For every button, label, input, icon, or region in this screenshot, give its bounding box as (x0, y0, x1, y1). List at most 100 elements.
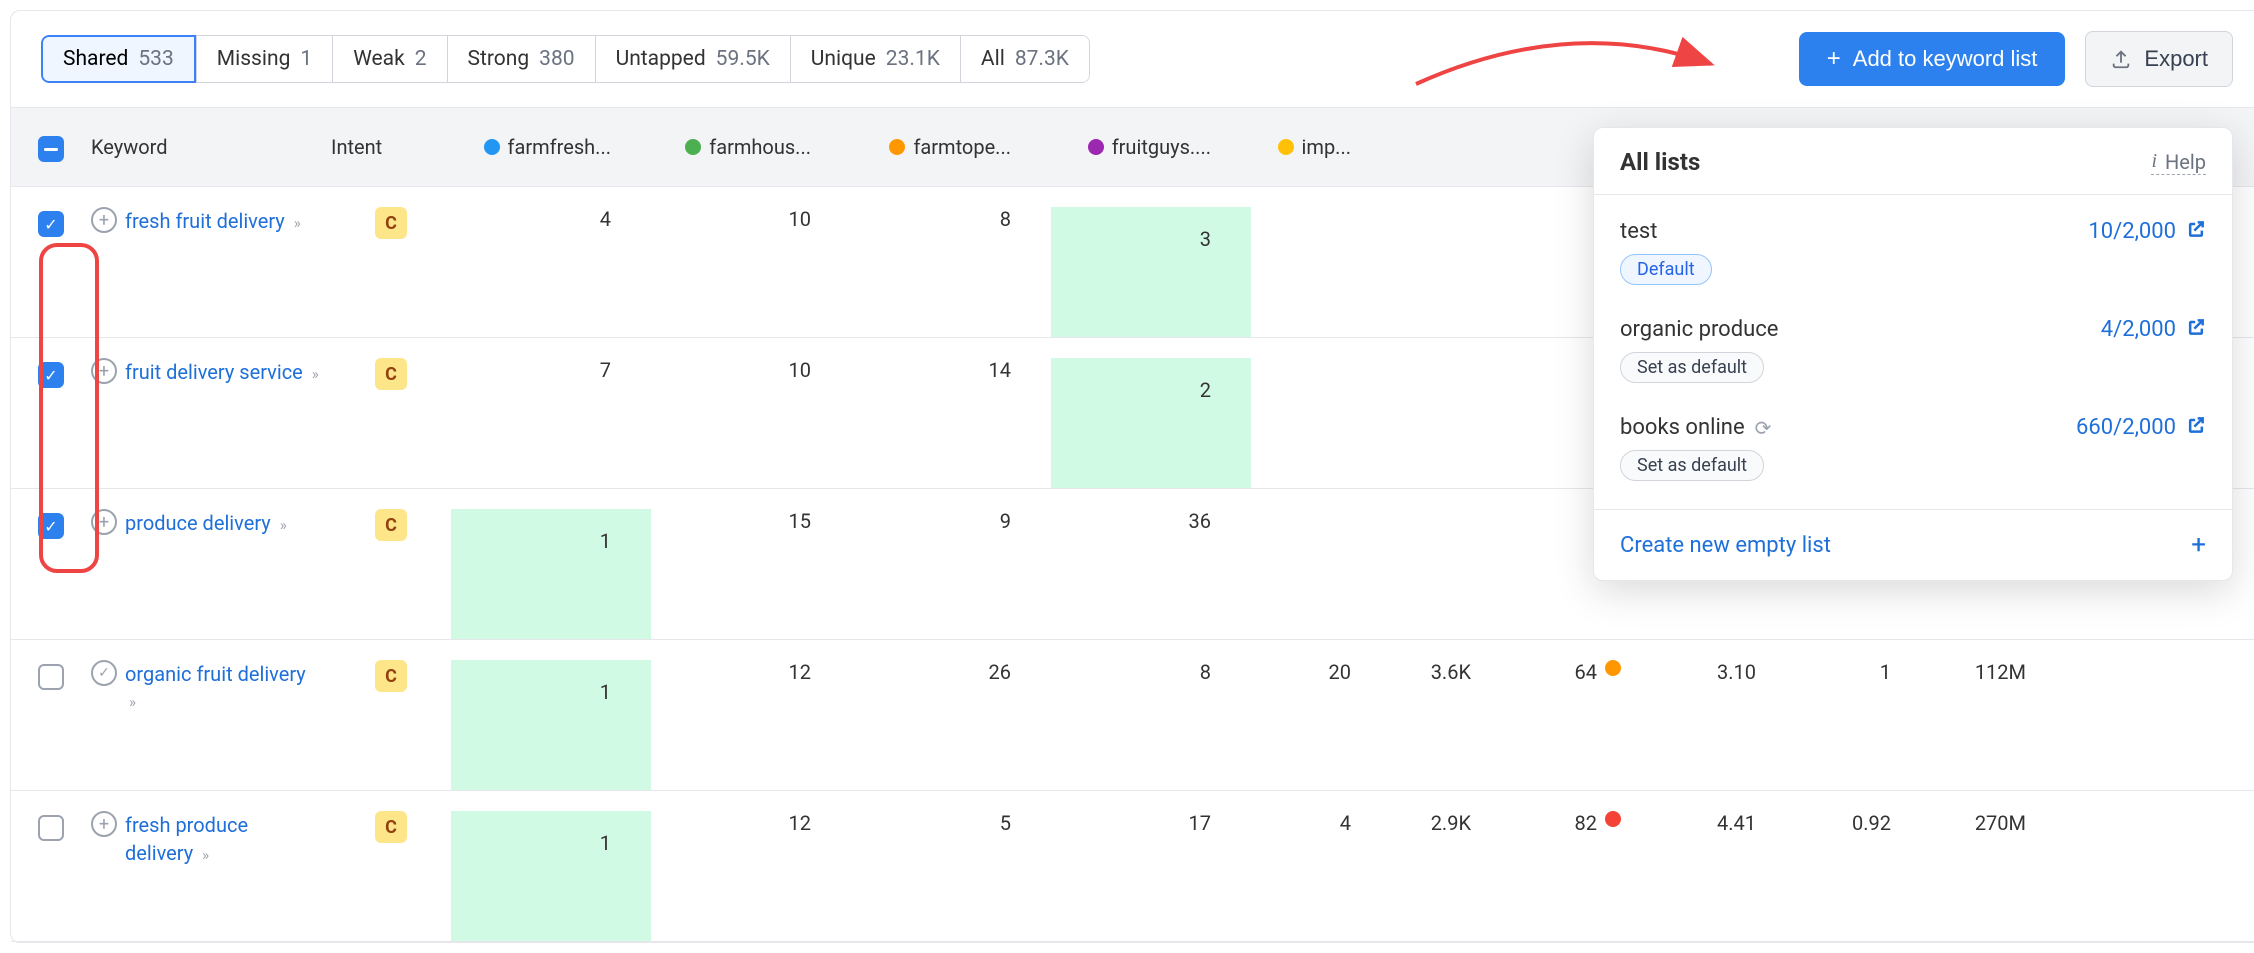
intent-badge: C (375, 811, 407, 843)
competitor-rank: 3 (1200, 207, 1211, 251)
keyword-link[interactable]: produce delivery » (125, 509, 287, 537)
keyword-link[interactable]: fresh fruit delivery » (125, 207, 301, 235)
popover-title: All lists (1620, 148, 1700, 176)
list-count-link[interactable]: 660/2,000 (2076, 415, 2206, 440)
create-new-list-link[interactable]: Create new empty list (1620, 533, 1831, 558)
column-competitor-1[interactable]: farmfresh... (451, 135, 651, 159)
tab-count: 380 (539, 47, 574, 71)
competitor-rank: 4 (1251, 811, 1371, 835)
keyword-link[interactable]: organic fruit delivery » (125, 660, 321, 712)
column-competitor-5[interactable]: imp... (1251, 135, 1371, 159)
help-link[interactable]: i Help (2151, 150, 2206, 175)
column-keyword[interactable]: Keyword (91, 135, 331, 159)
keyword-link[interactable]: fruit delivery service » (125, 358, 319, 386)
cpc-cell: 3.10 (1651, 660, 1786, 684)
tab-unique[interactable]: Unique 23.1K (790, 35, 960, 83)
com-cell: 0.92 (1786, 811, 1911, 835)
export-button[interactable]: Export (2085, 31, 2233, 87)
competitor-rank: 9 (851, 509, 1051, 533)
row-checkbox[interactable] (38, 664, 64, 690)
toolbar: Shared 533 Missing 1 Weak 2 Strong 380 U… (11, 11, 2254, 107)
add-to-keyword-list-button[interactable]: + Add to keyword list (1799, 32, 2066, 86)
list-name: test (1620, 219, 1657, 244)
competitor-rank: 26 (851, 660, 1051, 684)
row-checkbox[interactable] (38, 815, 64, 841)
tab-missing[interactable]: Missing 1 (196, 35, 332, 83)
tab-untapped[interactable]: Untapped 59.5K (595, 35, 790, 83)
competitor-dot-icon (484, 139, 500, 155)
kd-cell: 82 (1501, 811, 1651, 835)
plus-icon: + (1827, 47, 1841, 71)
competitor-dot-icon (1278, 139, 1294, 155)
competitor-rank: 12 (651, 811, 851, 835)
tab-label: Untapped (616, 47, 706, 71)
added-icon: ✓ (91, 660, 117, 686)
competitor-dot-icon (685, 139, 701, 155)
tab-count: 59.5K (716, 47, 770, 71)
tab-label: Missing (217, 47, 291, 71)
list-count-link[interactable]: 4/2,000 (2101, 317, 2206, 342)
competitor-rank: 1 (600, 660, 611, 704)
external-link-icon (2186, 317, 2206, 342)
export-icon (2110, 48, 2132, 70)
chevron-icon: » (280, 516, 287, 534)
tab-count: 87.3K (1015, 47, 1069, 71)
tab-count: 23.1K (886, 47, 940, 71)
tab-label: All (981, 47, 1005, 71)
refresh-icon: ⟳ (1755, 416, 1772, 440)
chevron-icon: » (312, 365, 319, 383)
competitor-rank: 15 (651, 509, 851, 533)
tab-label: Weak (353, 47, 405, 71)
filter-tabs: Shared 533 Missing 1 Weak 2 Strong 380 U… (41, 35, 1090, 83)
add-keyword-icon[interactable]: + (91, 207, 117, 233)
row-checkbox[interactable]: ✓ (38, 211, 64, 237)
kd-cell: 64 (1501, 660, 1651, 684)
list-item[interactable]: books online⟳ 660/2,000 Set as default (1594, 401, 2232, 499)
row-checkbox[interactable]: ✓ (38, 362, 64, 388)
tab-strong[interactable]: Strong 380 (447, 35, 595, 83)
tab-count: 2 (415, 47, 427, 71)
results-cell: 112M (1911, 660, 2041, 684)
tab-label: Shared (63, 47, 128, 71)
column-competitor-3[interactable]: farmtope... (851, 135, 1051, 159)
tab-label: Strong (468, 47, 530, 71)
tab-count: 533 (138, 47, 173, 71)
intent-badge: C (375, 509, 407, 541)
column-intent[interactable]: Intent (331, 135, 451, 159)
tab-all[interactable]: All 87.3K (960, 35, 1090, 83)
intent-badge: C (375, 358, 407, 390)
competitor-rank: 7 (451, 358, 651, 382)
keyword-link[interactable]: fresh produce delivery » (125, 811, 321, 867)
create-list-plus-icon[interactable]: + (2191, 530, 2206, 560)
difficulty-dot-icon (1605, 660, 1621, 676)
column-competitor-2[interactable]: farmhous... (651, 135, 851, 159)
competitor-rank: 17 (1051, 811, 1251, 835)
competitor-rank: 4 (451, 207, 651, 231)
add-keyword-icon[interactable]: + (91, 509, 117, 535)
add-keyword-icon[interactable]: + (91, 358, 117, 384)
list-count-link[interactable]: 10/2,000 (2088, 219, 2206, 244)
tab-label: Unique (811, 47, 876, 71)
competitor-rank: 10 (651, 207, 851, 231)
cpc-cell: 4.41 (1651, 811, 1786, 835)
tab-weak[interactable]: Weak 2 (332, 35, 446, 83)
tab-shared[interactable]: Shared 533 (41, 35, 196, 83)
competitor-rank: 10 (651, 358, 851, 382)
competitor-rank: 14 (851, 358, 1051, 382)
chevron-icon: » (202, 846, 209, 864)
select-all-checkbox[interactable] (38, 136, 64, 162)
list-item[interactable]: organic produce4/2,000Set as default (1594, 303, 2232, 401)
volume-cell: 3.6K (1371, 660, 1501, 684)
list-item[interactable]: test10/2,000Default (1594, 205, 2232, 303)
competitor-rank: 1 (600, 811, 611, 855)
competitor-rank: 8 (1051, 660, 1251, 684)
results-cell: 270M (1911, 811, 2041, 835)
keyword-list-popover: All lists i Help test10/2,000Defaultorga… (1593, 127, 2233, 581)
list-name: books online⟳ (1620, 415, 1771, 440)
add-keyword-icon[interactable]: + (91, 811, 117, 837)
set-default-button[interactable]: Set as default (1620, 352, 1764, 383)
column-competitor-4[interactable]: fruitguys.... (1051, 135, 1251, 159)
competitor-dot-icon (889, 139, 905, 155)
row-checkbox[interactable]: ✓ (38, 513, 64, 539)
set-default-button[interactable]: Set as default (1620, 450, 1764, 481)
